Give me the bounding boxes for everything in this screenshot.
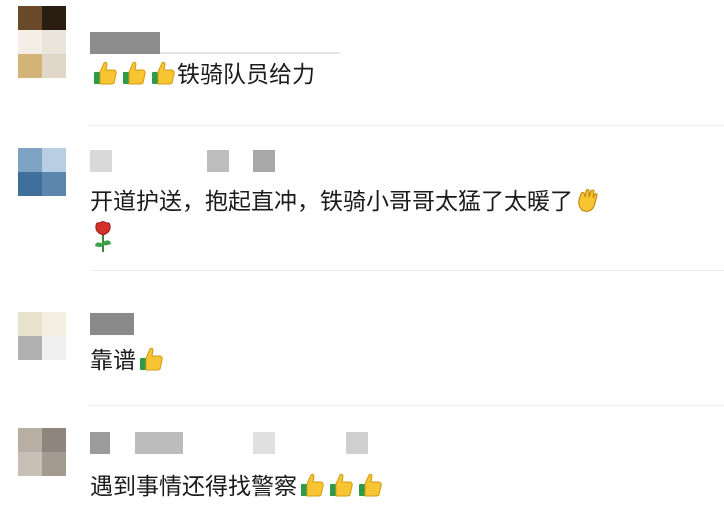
avatar[interactable] — [18, 312, 66, 360]
thumbs-up-icon — [140, 347, 163, 371]
avatar-lower — [18, 54, 66, 78]
name-blur-line — [160, 52, 340, 54]
comment-text: 遇到事情还得找警察 — [90, 470, 384, 504]
comment-text-content: 靠谱 — [90, 348, 136, 374]
comment-text: 靠谱 — [90, 344, 165, 378]
thumbs-up-icon — [94, 61, 117, 85]
clapping-hand-icon — [578, 189, 598, 212]
rose-icon — [95, 221, 111, 252]
username-blurred[interactable] — [90, 32, 160, 54]
avatar[interactable] — [18, 6, 66, 54]
username-blurred[interactable] — [90, 313, 134, 335]
thumbs-up-icon — [359, 473, 382, 497]
thumbs-up-icon — [123, 61, 146, 85]
username-blurred-part — [253, 432, 275, 454]
comment-text: 开道护送，抱起直冲，铁骑小哥哥太猛了太暖了 — [90, 185, 602, 219]
rose-line — [90, 220, 116, 258]
divider — [90, 125, 724, 126]
divider — [90, 405, 724, 406]
username-blurred-part — [346, 432, 368, 454]
comment-text-content: 开道护送，抱起直冲，铁骑小哥哥太猛了太暖了 — [90, 189, 573, 215]
avatar[interactable] — [18, 428, 66, 476]
username-blurred-part — [135, 432, 183, 454]
comment-text-content: 铁骑队员给力 — [177, 62, 315, 88]
thumbs-up-icon — [330, 473, 353, 497]
thumbs-up-icon — [152, 61, 175, 85]
avatar[interactable] — [18, 148, 66, 196]
comment-text: 铁骑队员给力 — [90, 58, 315, 92]
username-blurred-part — [253, 150, 275, 172]
username-blurred[interactable] — [90, 150, 112, 172]
username-blurred[interactable] — [90, 432, 110, 454]
divider — [90, 270, 724, 271]
thumbs-up-icon — [301, 473, 324, 497]
comment-text-content: 遇到事情还得找警察 — [90, 474, 297, 500]
username-blurred-part — [207, 150, 229, 172]
